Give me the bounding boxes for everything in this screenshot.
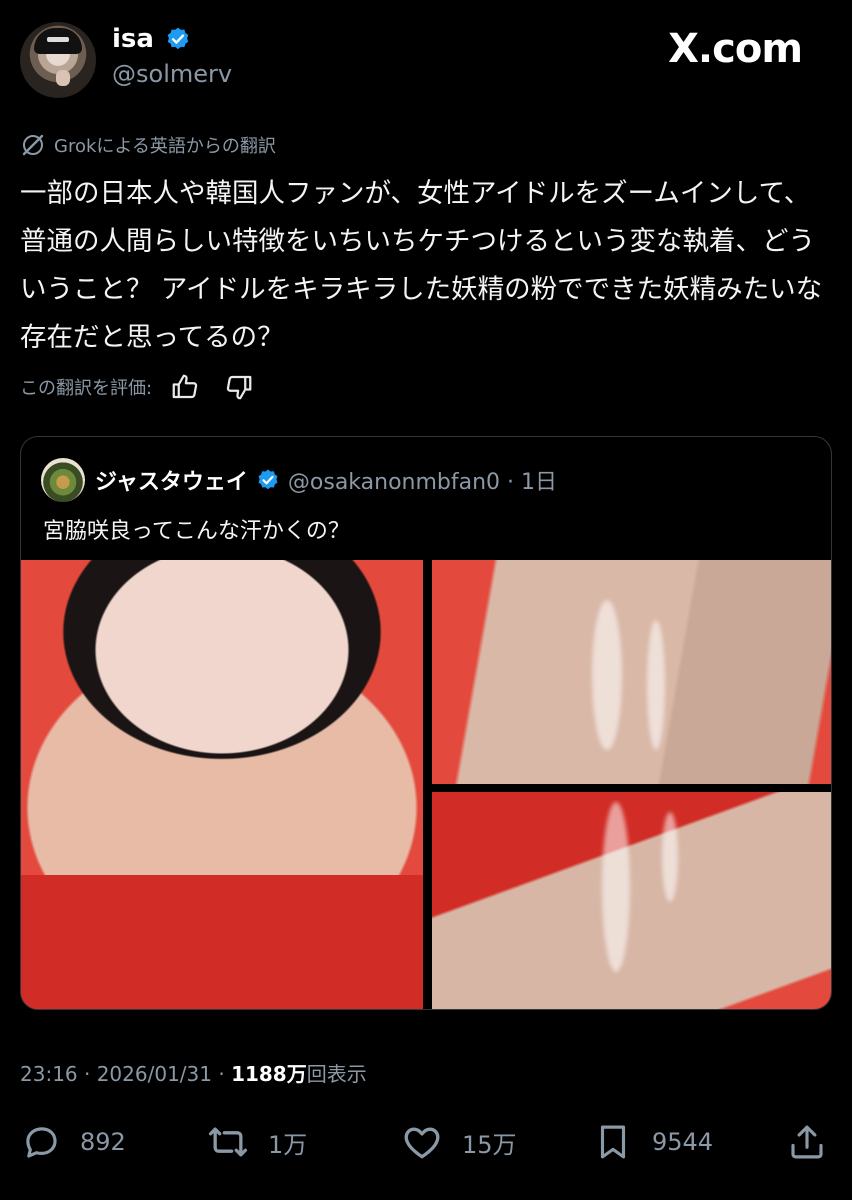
bookmark-button[interactable]: 9544 [592, 1118, 713, 1166]
quoted-tweet-media[interactable] [21, 560, 831, 1009]
sweat-highlight [602, 802, 630, 972]
tweet-timestamp[interactable]: 23:16 · 2026/01/31 · [20, 1062, 231, 1086]
author-display-name[interactable]: isa [112, 24, 154, 54]
translation-notice: Grokによる英語からの翻訳 [20, 130, 276, 160]
quoted-author-avatar[interactable] [41, 458, 85, 502]
repost-button[interactable]: 1万 [206, 1118, 307, 1166]
share-icon [791, 1125, 823, 1159]
repost-count: 1万 [268, 1130, 308, 1159]
tweet-meta: 23:16 · 2026/01/31 · 1188万回表示 [20, 1058, 367, 1087]
tweet-actions: 892 1万 15万 9544 [20, 1118, 832, 1166]
thumbs-down-icon [226, 375, 252, 400]
reply-button[interactable]: 892 [20, 1118, 126, 1166]
translation-label[interactable]: Grokによる英語からの翻訳 [54, 132, 276, 158]
rate-translation-label: この翻訳を評価: [20, 378, 153, 399]
repost-icon [208, 1127, 248, 1157]
grok-icon [22, 134, 44, 156]
quoted-tweet-text: 宮脇咲良ってこんな汗かくの？ [43, 519, 350, 544]
sweat-highlight [647, 620, 665, 750]
like-icon [404, 1127, 440, 1159]
sweat-highlight [662, 812, 678, 902]
bookmark-icon [600, 1125, 626, 1159]
tweet-header: isa @solmerv X.com [20, 22, 832, 102]
quoted-tweet[interactable]: ジャスタウェイ @osakanonmbfan0 · 1日 宮脇咲良ってこんな汗か… [20, 436, 832, 1010]
reply-icon [26, 1127, 57, 1158]
reply-count: 892 [80, 1128, 126, 1156]
bookmark-count: 9544 [652, 1128, 714, 1156]
translation-rating: この翻訳を評価: [20, 368, 256, 406]
views-count: 1188万 [231, 1062, 307, 1086]
author-avatar[interactable] [20, 22, 96, 98]
tweet-text: 一部の日本人や韓国人ファンが、女性アイドルをズームインして、普通の人間らしい特徴… [20, 178, 823, 353]
author-handle[interactable]: @solmerv [112, 60, 232, 88]
media-image-closeup-top[interactable] [432, 560, 831, 784]
like-button[interactable]: 15万 [400, 1118, 517, 1166]
quoted-tweet-header: ジャスタウェイ @osakanonmbfan0 · 1日 [41, 457, 557, 503]
quoted-author-display-name[interactable]: ジャスタウェイ [95, 464, 248, 496]
views-label: 回表示 [306, 1062, 367, 1086]
quoted-author-handle-time[interactable]: @osakanonmbfan0 · 1日 [288, 464, 557, 496]
media-image-main[interactable] [21, 560, 423, 1009]
like-count: 15万 [462, 1130, 517, 1159]
thumbs-up-icon [172, 374, 198, 399]
thumbs-up-button[interactable] [168, 370, 202, 404]
avatar-cap-logo [47, 37, 69, 42]
share-button[interactable] [786, 1118, 828, 1166]
avatar-hand [56, 70, 70, 86]
x-brand-logo: X.com [668, 26, 803, 72]
sweat-highlight [592, 600, 622, 750]
author-names: isa @solmerv [112, 24, 232, 88]
thumbs-down-button[interactable] [222, 370, 256, 404]
media-image-closeup-bottom[interactable] [432, 792, 831, 1009]
verified-badge-icon [258, 469, 278, 490]
verified-badge-icon [167, 27, 189, 50]
